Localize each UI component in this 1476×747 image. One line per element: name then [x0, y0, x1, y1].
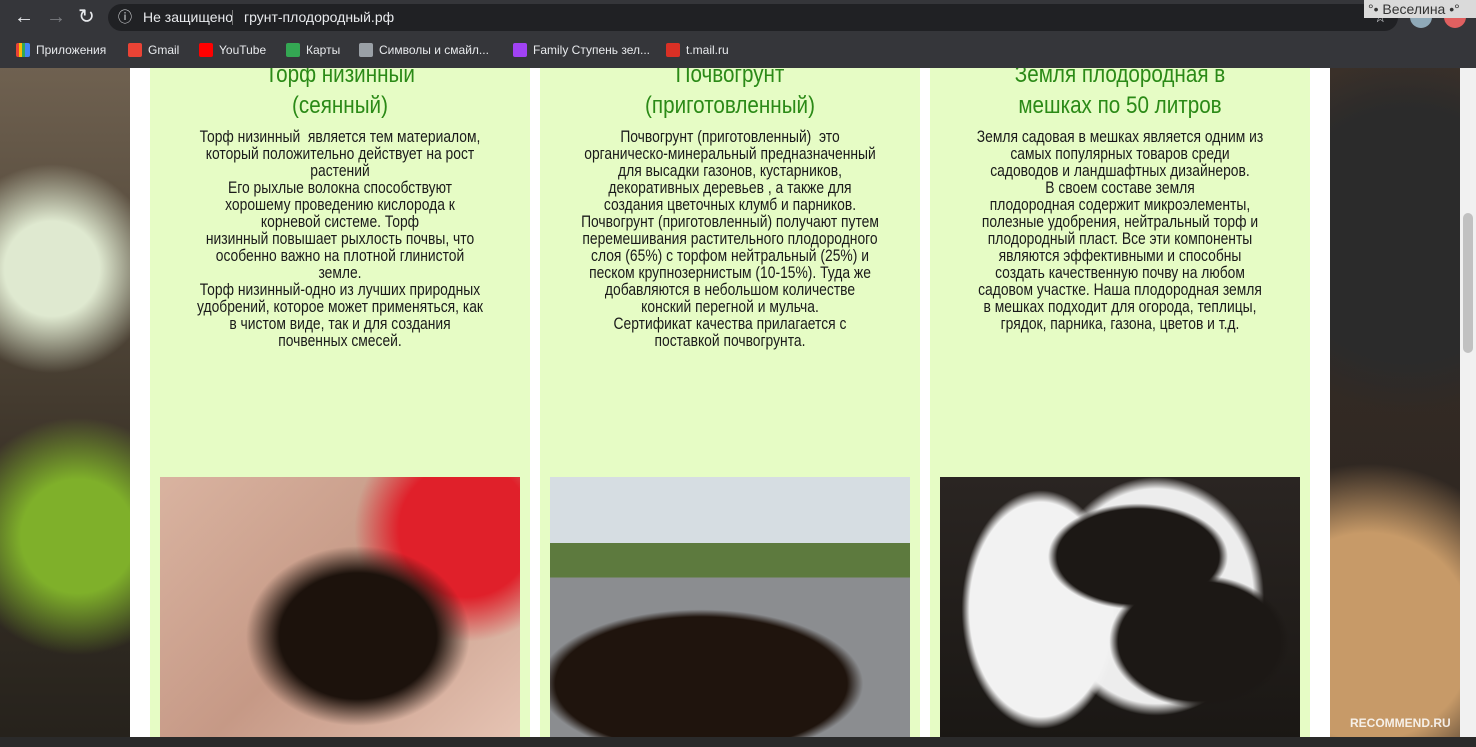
product-title: Торф низинный (сеянный)	[265, 68, 415, 119]
back-button[interactable]: ←	[14, 6, 34, 28]
bookmark-label: Gmail	[148, 43, 180, 57]
peat-photo	[160, 477, 520, 737]
address-bar[interactable]: ⓘ Не защищено грунт-плодородный.рф ☆	[108, 4, 1398, 31]
scrollbar[interactable]	[1460, 68, 1476, 737]
scrollbar-thumb[interactable]	[1463, 213, 1473, 353]
bookmark-label: Family Ступень зел...	[533, 43, 650, 57]
background-soil-image	[1330, 68, 1460, 737]
bookmark-apps[interactable]: Приложения	[16, 43, 106, 57]
soil-pile-photo	[550, 477, 910, 737]
bookmark-tmail[interactable]: t.mail.ru	[666, 43, 729, 57]
forward-button[interactable]: →	[46, 6, 66, 28]
tmail-icon	[666, 43, 680, 57]
browser-toolbar: ← → ↻ ⓘ Не защищено грунт-плодородный.рф…	[0, 0, 1476, 35]
apps-icon	[16, 43, 30, 57]
maps-icon	[286, 43, 300, 57]
bookmark-maps[interactable]: Карты	[286, 43, 340, 57]
product-card-peat: Торф низинный (сеянный) Торф низинный яв…	[150, 68, 530, 737]
security-label: Не защищено	[143, 9, 233, 25]
bookmarks-bar: Приложения Gmail YouTube Карты Символы и…	[0, 35, 1476, 68]
product-description: Земля садовая в мешках является одним из…	[976, 128, 1264, 333]
background-plants-image	[0, 68, 130, 737]
product-title: Земля плодородная в мешках по 50 литров	[1014, 68, 1226, 119]
bookmark-label: t.mail.ru	[686, 43, 729, 57]
gmail-icon	[128, 43, 142, 57]
soil-bags-photo	[940, 477, 1300, 737]
profile-name: °•️ Веселина ️•°	[1364, 0, 1476, 18]
product-description: Торф низинный является тем материалом, к…	[197, 128, 483, 350]
bookmark-symbols[interactable]: Символы и смайл...	[359, 43, 489, 57]
reload-button[interactable]: ↻	[78, 6, 95, 28]
bookmark-label: YouTube	[219, 43, 267, 57]
runner-icon	[513, 43, 527, 57]
bookmark-label: Приложения	[36, 43, 107, 57]
web-page: Торф низинный (сеянный) Торф низинный яв…	[0, 68, 1460, 737]
bookmark-label: Символы и смайл...	[379, 43, 489, 57]
cz-icon	[359, 43, 373, 57]
bookmark-youtube[interactable]: YouTube	[199, 43, 266, 57]
info-icon[interactable]: ⓘ	[118, 4, 132, 31]
youtube-icon	[199, 43, 213, 57]
product-card-soil-bags: Земля плодородная в мешках по 50 литров …	[930, 68, 1310, 737]
divider	[232, 10, 233, 25]
bookmark-label: Карты	[306, 43, 341, 57]
watermark: RECOMMEND.RU	[1350, 716, 1451, 730]
bookmark-family[interactable]: Family Ступень зел...	[513, 43, 650, 57]
url-text[interactable]: грунт-плодородный.рф	[244, 4, 394, 31]
bookmark-gmail[interactable]: Gmail	[128, 43, 179, 57]
product-card-soil-mix: Почвогрунт (приготовленный) Почвогрунт (…	[540, 68, 920, 737]
status-strip	[0, 737, 1476, 747]
product-title: Почвогрунт (приготовленный)	[645, 68, 815, 119]
product-description: Почвогрунт (приготовленный) это органиче…	[581, 128, 879, 350]
